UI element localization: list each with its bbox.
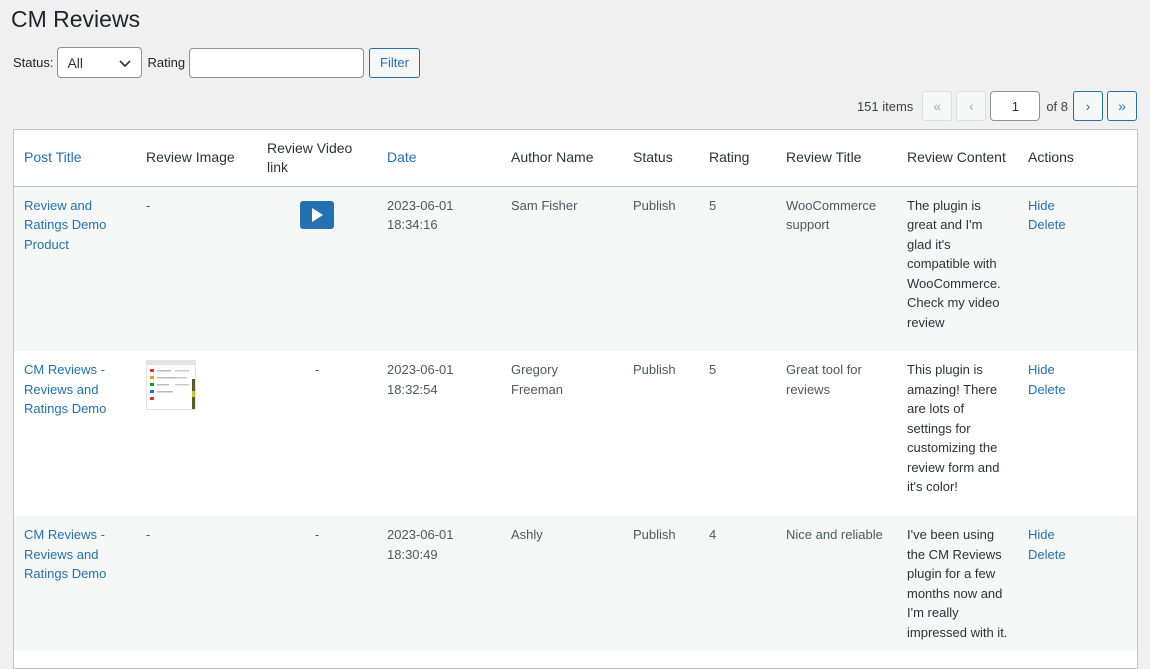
col-review-title: Review Title — [776, 130, 897, 187]
status-cell: Publish — [623, 516, 699, 651]
status-cell: Publish — [623, 186, 699, 351]
review-title-cell: WooCommerce support — [776, 186, 897, 351]
table-row: Review and Ratings Demo Product - 2023-0… — [14, 186, 1137, 351]
total-pages: of 8 — [1046, 98, 1068, 114]
author-cell: Gregory Freeman — [511, 362, 564, 397]
col-actions: Actions — [1018, 130, 1137, 187]
review-content-cell: I've been using the CM Reviews plugin fo… — [897, 516, 1018, 651]
sort-post-title-link[interactable]: Post Title — [24, 149, 82, 165]
status-label: Status: — [13, 55, 54, 70]
status-select-value: All — [67, 54, 84, 71]
review-image-cell — [136, 351, 257, 516]
hide-link[interactable]: Hide — [1028, 525, 1129, 545]
status-cell: Publish — [633, 362, 676, 377]
review-title-cell: Nice and reliable — [776, 516, 897, 651]
col-post-title[interactable]: Post Title — [14, 130, 136, 187]
sort-date-link[interactable]: Date — [387, 149, 417, 165]
delete-link[interactable]: Delete — [1028, 545, 1129, 565]
date-cell: 2023-06-01 18:32:54 — [387, 362, 454, 397]
last-page-button[interactable]: » — [1107, 91, 1137, 121]
rating-cell: 5 — [699, 186, 776, 351]
filter-button[interactable]: Filter — [369, 47, 420, 78]
actions-cell: Hide Delete — [1018, 516, 1137, 651]
col-status: Status — [623, 130, 699, 187]
next-page-button[interactable]: › — [1073, 91, 1103, 121]
author-cell: Sam Fisher — [501, 186, 623, 351]
actions-cell: Hide Delete — [1018, 186, 1137, 351]
col-author-name: Author Name — [501, 130, 623, 187]
col-rating: Rating — [699, 130, 776, 187]
rating-cell: 4 — [699, 516, 776, 651]
review-image-thumbnail[interactable] — [146, 360, 196, 410]
reviews-table: Post Title Review Image Review Video lin… — [13, 129, 1138, 669]
table-row: CM Reviews - Reviews and Ratings Demo - … — [14, 351, 1137, 516]
rating-input[interactable] — [189, 47, 365, 78]
date-cell: 2023-06-01 18:34:16 — [377, 186, 501, 351]
review-content-cell: The plugin is great and I'm glad it's co… — [897, 186, 1018, 351]
image-thumbnail-icon — [147, 361, 195, 409]
delete-link[interactable]: Delete — [1028, 215, 1129, 235]
table-row: CM Reviews - Reviews and Ratings Demo - … — [14, 516, 1137, 651]
delete-link[interactable]: Delete — [1028, 380, 1129, 400]
post-title-link[interactable]: Review and Ratings Demo Product — [24, 198, 106, 252]
first-page-button[interactable]: « — [922, 91, 953, 121]
play-video-button[interactable] — [300, 200, 334, 229]
play-icon — [312, 207, 323, 222]
review-video-cell: - — [314, 362, 320, 377]
prev-page-button[interactable]: ‹ — [956, 91, 987, 121]
review-video-cell — [257, 186, 377, 351]
items-count: 151 items — [856, 98, 914, 114]
pagination: 151 items « ‹ 1 of 8 › » — [857, 91, 1137, 121]
col-date[interactable]: Date — [377, 130, 501, 187]
col-review-video: Review Video link — [257, 130, 377, 187]
review-title-cell: Great tool for reviews — [786, 362, 862, 397]
col-review-image: Review Image — [136, 130, 257, 187]
author-cell: Ashly — [501, 516, 623, 651]
status-select[interactable]: All — [57, 47, 143, 78]
post-title-link[interactable]: CM Reviews - Reviews and Ratings Demo — [24, 362, 106, 416]
filters-bar: Status: All Rating Filter — [13, 47, 420, 78]
hide-link[interactable]: Hide — [1028, 196, 1129, 216]
date-cell: 2023-06-01 18:30:49 — [377, 516, 501, 651]
chevron-down-icon — [119, 59, 132, 67]
table-header: Post Title Review Image Review Video lin… — [14, 130, 1137, 187]
rating-cell: 5 — [709, 362, 717, 377]
review-image-cell: - — [136, 516, 257, 651]
review-image-cell: - — [136, 186, 257, 351]
review-content-cell: This plugin is amazing! There are lots o… — [907, 362, 1000, 494]
review-video-cell: - — [257, 516, 377, 651]
col-review-content: Review Content — [897, 130, 1018, 187]
post-title-link[interactable]: CM Reviews - Reviews and Ratings Demo — [24, 527, 106, 581]
rating-label: Rating — [147, 55, 186, 70]
hide-link[interactable]: Hide — [1028, 360, 1129, 380]
page-title: CM Reviews — [11, 6, 141, 32]
current-page-input[interactable]: 1 — [990, 91, 1041, 121]
actions-cell: Hide Delete — [1018, 351, 1137, 516]
